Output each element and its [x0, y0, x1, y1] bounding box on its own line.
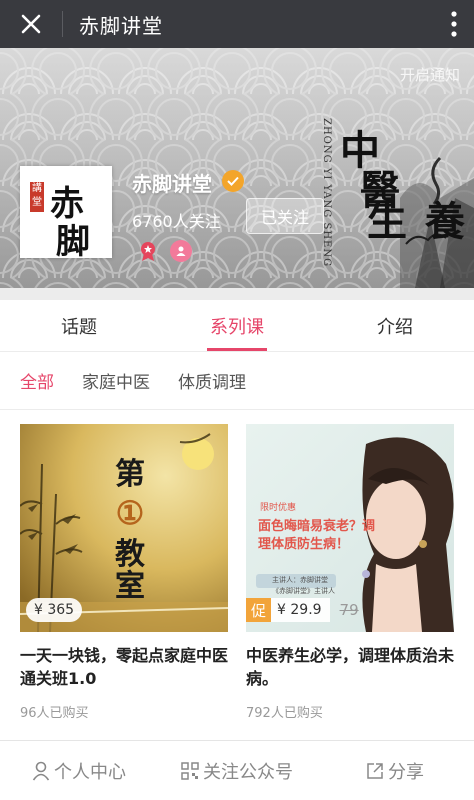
- filter-constitution[interactable]: 体质调理: [178, 368, 246, 393]
- bottom-action-bar: 个人中心 关注公众号 分享: [0, 740, 474, 800]
- cover-char: ①: [116, 494, 145, 532]
- purchase-count: 792人已购买: [246, 706, 323, 721]
- verified-badge-icon: [222, 170, 244, 192]
- logo-stamp: 講堂: [30, 182, 44, 212]
- enable-notification-link[interactable]: 开启通知: [400, 64, 460, 85]
- course-title[interactable]: 中医养生必学，调理体质治未病。: [246, 644, 454, 690]
- medal-badge-icon[interactable]: [137, 240, 159, 262]
- filter-all[interactable]: 全部: [20, 368, 54, 393]
- filter-family-medicine[interactable]: 家庭中医: [82, 368, 150, 393]
- cover-caption-small: 主讲人：赤脚讲堂: [272, 576, 328, 584]
- course-title[interactable]: 一天一块钱，零起点家庭中医通关班1.0: [20, 644, 228, 690]
- follower-count: 6760人关注: [132, 212, 221, 231]
- cover-headline: 面色晦暗易衰老？调理体质防生病！: [258, 519, 376, 552]
- price-tag: 促 ¥ 29.9 79: [246, 598, 359, 622]
- account-name: 赤脚讲堂: [132, 172, 212, 196]
- user-icon: [32, 761, 50, 780]
- user-badge-icon[interactable]: [170, 240, 192, 262]
- follow-account-label: 关注公众号: [203, 761, 293, 783]
- section-gap: [0, 288, 474, 300]
- tab-topics[interactable]: 话题: [0, 300, 158, 351]
- personal-center-label: 个人中心: [54, 761, 126, 783]
- divider: [62, 11, 63, 37]
- share-label: 分享: [388, 761, 424, 783]
- share-button[interactable]: 分享: [316, 758, 474, 784]
- price-tag: ¥ 365: [26, 598, 83, 622]
- qr-code-icon: [181, 761, 199, 780]
- content-tabs: 话题 系列课 介绍: [0, 300, 474, 352]
- top-nav-bar: 赤脚讲堂: [0, 0, 474, 48]
- course-card[interactable]: 第 ① 教 室 ¥ 365 一天一块钱，零起点家庭中医通关班1.0 96人已购买: [20, 424, 228, 721]
- cover-caption-small: 《赤脚讲堂》主讲人: [272, 587, 335, 595]
- promo-price: ¥ 29.9: [271, 598, 330, 622]
- personal-center-button[interactable]: 个人中心: [0, 758, 158, 784]
- more-button[interactable]: [434, 0, 474, 48]
- followed-button[interactable]: 已关注: [246, 198, 324, 234]
- course-thumbnail[interactable]: 限时优惠 面色晦暗易衰老？调理体质防生病！ 主讲人：赤脚讲堂 《赤脚讲堂》主讲人…: [246, 424, 454, 632]
- cover-char: 室: [115, 569, 145, 604]
- promo-badge: 促: [246, 598, 272, 622]
- cover-char: 第: [115, 457, 145, 492]
- follow-account-button[interactable]: 关注公众号: [158, 758, 316, 784]
- tab-series-courses[interactable]: 系列课: [158, 300, 316, 351]
- logo-char: 脚: [56, 222, 90, 262]
- more-vertical-icon: [451, 11, 457, 37]
- close-button[interactable]: [0, 0, 62, 48]
- course-thumbnail[interactable]: 第 ① 教 室 ¥ 365: [20, 424, 228, 632]
- account-avatar[interactable]: 講堂 赤 脚: [20, 166, 112, 262]
- original-price: 79: [339, 601, 359, 619]
- banner-pinyin-text: ZHONG YI YANG SHENG: [321, 118, 332, 268]
- course-card[interactable]: 限时优惠 面色晦暗易衰老？调理体质防生病！ 主讲人：赤脚讲堂 《赤脚讲堂》主讲人…: [246, 424, 454, 721]
- purchase-count: 96人已购买: [20, 706, 89, 721]
- cover-caption: 限时优惠: [260, 501, 296, 513]
- cover-char: 教: [115, 537, 145, 572]
- calligraphy-char: 養生: [360, 200, 465, 240]
- tab-introduction[interactable]: 介绍: [316, 300, 474, 351]
- category-filters: 全部 家庭中医 体质调理: [0, 352, 474, 410]
- page-title: 赤脚讲堂: [79, 13, 163, 38]
- close-icon: [21, 14, 41, 34]
- share-icon: [367, 762, 383, 779]
